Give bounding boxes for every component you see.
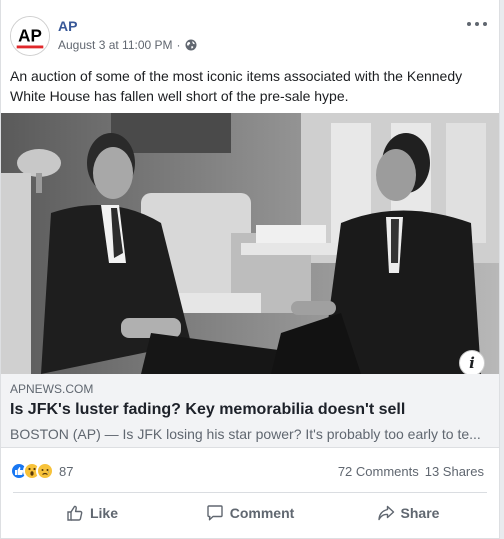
comments-count[interactable]: 72 Comments (338, 464, 419, 479)
share-button[interactable]: Share (329, 496, 487, 530)
actions-divider (13, 492, 487, 493)
post-meta: August 3 at 11:00 PM · (58, 38, 197, 52)
post-timestamp[interactable]: August 3 at 11:00 PM (58, 38, 173, 52)
feed-post: AP AP August 3 at 11:00 PM · An auction … (0, 0, 500, 539)
post-message: An auction of some of the most iconic it… (10, 68, 463, 104)
comment-icon (207, 505, 223, 521)
share-label: Share (400, 505, 440, 521)
like-label: Like (89, 505, 118, 521)
engagement-counts: 72 Comments 13 Shares (338, 464, 484, 479)
sad-reaction-icon (36, 462, 54, 480)
post-header: AP AP August 3 at 11:00 PM · (10, 16, 491, 60)
svg-text:AP: AP (18, 27, 42, 46)
more-options-icon[interactable] (467, 18, 487, 30)
info-icon[interactable]: i (459, 350, 485, 374)
comment-button[interactable]: Comment (171, 496, 329, 530)
shares-count[interactable]: 13 Shares (425, 464, 484, 479)
post-actions: Like Comment Share (13, 496, 487, 530)
page-avatar[interactable]: AP (10, 16, 50, 56)
link-preview-card[interactable]: APNEWS.COM Is JFK's luster fading? Key m… (1, 374, 499, 448)
ap-logo: AP (11, 17, 49, 55)
reaction-count[interactable]: 87 (59, 464, 73, 479)
link-domain: APNEWS.COM (10, 382, 94, 396)
page-name-link[interactable]: AP (58, 18, 77, 34)
link-title[interactable]: Is JFK's luster fading? Key memorabilia … (10, 401, 405, 419)
reaction-summary[interactable]: 87 (10, 462, 73, 480)
globe-icon[interactable] (185, 39, 197, 51)
link-description: BOSTON (AP) — Is JFK losing his star pow… (10, 426, 481, 442)
comment-label: Comment (229, 505, 295, 521)
thumbs-up-icon (67, 505, 83, 521)
link-preview-image[interactable]: i (1, 113, 499, 374)
like-button[interactable]: Like (13, 496, 171, 530)
photo-jfk-meeting (1, 113, 499, 374)
share-arrow-icon (377, 505, 394, 521)
meta-separator: · (176, 38, 181, 52)
